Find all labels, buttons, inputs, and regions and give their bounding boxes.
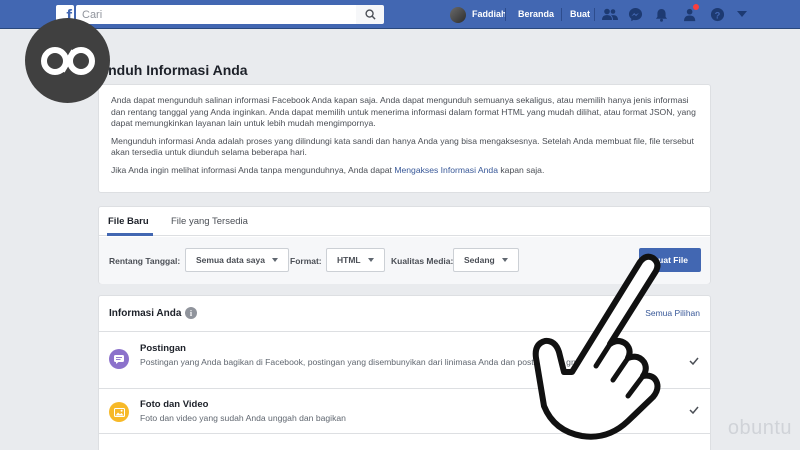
checkmark-icon[interactable] — [688, 404, 700, 416]
tab-available-files[interactable]: File yang Tersedia — [171, 216, 248, 227]
intro-card: Anda dapat mengunduh salinan informasi F… — [98, 84, 711, 193]
chevron-down-icon — [271, 258, 278, 262]
watermark-logo-icon — [25, 18, 110, 103]
info-icon[interactable]: i — [185, 307, 197, 319]
media-quality-select[interactable]: Sedang — [453, 248, 519, 272]
pointing-hand-cursor-icon — [532, 253, 661, 440]
friend-requests-icon[interactable] — [601, 6, 619, 23]
intro-paragraph: Jika Anda ingin melihat informasi Anda t… — [111, 164, 545, 175]
access-your-information-link[interactable]: Mengakses Informasi Anda — [394, 165, 498, 175]
photo-icon — [109, 402, 129, 422]
date-range-select[interactable]: Semua data saya — [185, 248, 289, 272]
home-link[interactable]: Beranda — [518, 5, 554, 24]
chevron-down-icon — [501, 258, 508, 262]
svg-text:?: ? — [714, 10, 720, 20]
intro-paragraph: Mengunduh informasi Anda adalah proses y… — [111, 135, 694, 158]
notifications-bell-icon[interactable] — [652, 6, 670, 23]
date-range-label: Rentang Tanggal: — [109, 256, 181, 266]
list-item-title: Foto dan Video — [140, 399, 209, 410]
checkmark-icon[interactable] — [688, 355, 700, 367]
profile-link[interactable]: Faddiah — [450, 5, 507, 24]
create-link[interactable]: Buat — [570, 5, 590, 24]
list-title: Informasi Anda — [109, 308, 182, 319]
notification-badge — [692, 3, 700, 11]
top-navigation-bar: f Faddiah Beranda Buat — [0, 0, 800, 29]
active-tab-indicator — [107, 233, 153, 236]
format-label: Format: — [290, 256, 322, 266]
tab-new-file[interactable]: File Baru — [108, 216, 149, 227]
list-item-title: Postingan — [140, 343, 186, 354]
watermark-text: obuntu — [727, 417, 792, 439]
chevron-down-icon — [367, 258, 374, 262]
avatar — [450, 6, 466, 23]
search-icon — [364, 9, 376, 20]
messenger-icon[interactable] — [626, 6, 644, 23]
help-icon[interactable]: ? — [708, 6, 726, 23]
media-quality-label: Kualitas Media: — [391, 256, 454, 266]
format-select[interactable]: HTML — [326, 248, 385, 272]
page-title: Unduh Informasi Anda — [98, 62, 248, 78]
post-icon — [109, 349, 129, 369]
search-button[interactable] — [356, 5, 384, 24]
account-menu-chevron-down-icon[interactable] — [733, 6, 751, 23]
nav-divider — [594, 8, 595, 21]
nav-divider — [505, 8, 506, 21]
file-tabs: File Baru File yang Tersedia — [99, 207, 710, 236]
user-name: Faddiah — [472, 9, 507, 19]
nav-divider — [561, 8, 562, 21]
intro-paragraph: Anda dapat mengunduh salinan informasi F… — [111, 95, 696, 129]
search-input[interactable] — [76, 5, 356, 24]
